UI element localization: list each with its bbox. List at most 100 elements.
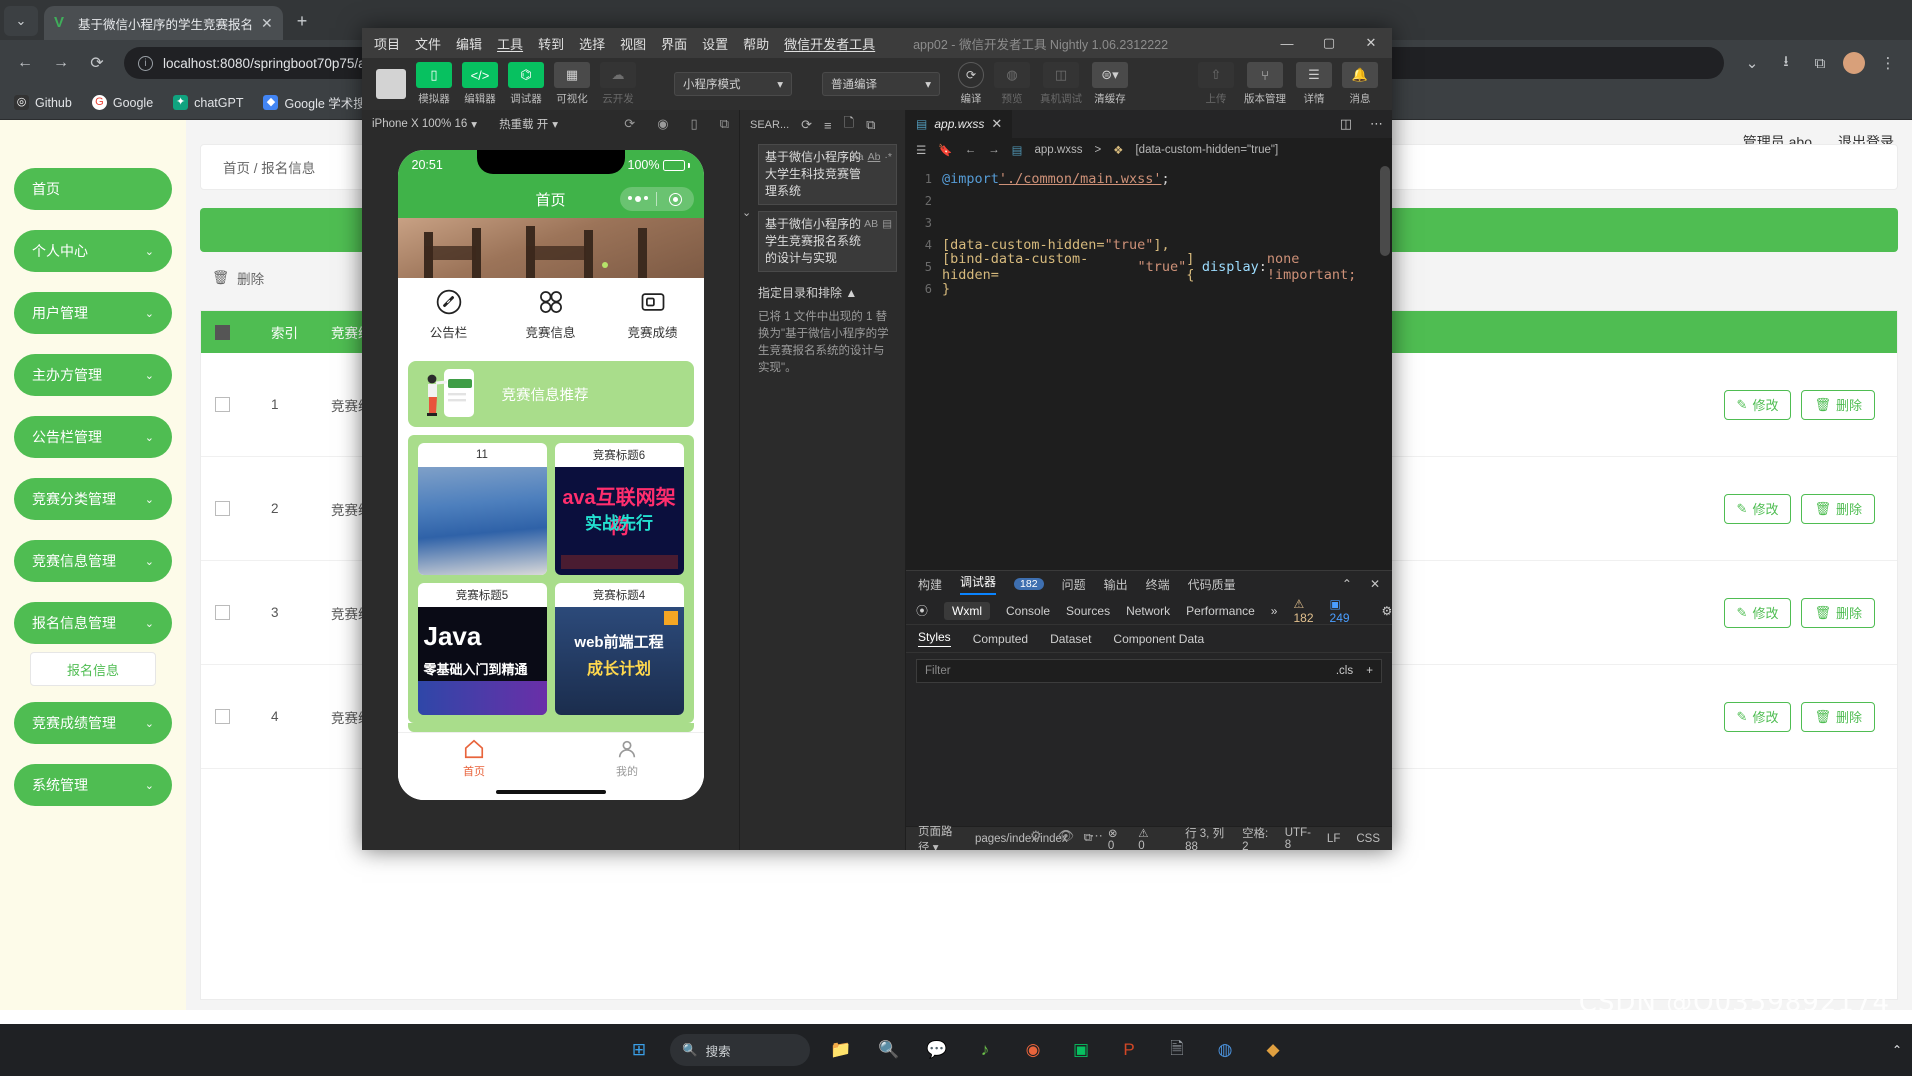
extensions-icon[interactable]: ⧉ [1806,49,1834,77]
delete-button[interactable]: 🗑删除 [1801,598,1875,628]
compile-select[interactable]: 普通编译 ▾ [822,72,940,96]
download-icon[interactable]: ⭳ [1772,49,1800,77]
devtools-tab-build[interactable]: 构建 [918,576,942,593]
edit-button[interactable]: ✎修改 [1724,494,1792,524]
wechat-capsule[interactable] [620,187,694,211]
record-icon[interactable]: ◉ [657,116,668,132]
sidebar-item-registration[interactable]: 报名信息管理 ⌄ [14,602,172,644]
taskbar-item-powerpoint[interactable]: P [1112,1033,1146,1067]
new-file-icon[interactable]: 🗋 [844,114,854,136]
menu-file[interactable]: 文件 [415,34,441,53]
row-checkbox[interactable] [201,709,257,724]
toolbar-remote-debug-button[interactable]: ◫ 真机调试 [1040,62,1082,106]
contest-card[interactable]: 竞赛标题4 web前端工程 成长计划 [555,583,684,715]
edit-button[interactable]: ✎修改 [1724,390,1792,420]
toolbar-message-button[interactable]: 🔔 消息 [1342,62,1378,106]
close-target-icon[interactable] [657,193,694,206]
reload-icon[interactable]: ⟳ [82,48,112,78]
toolbar-editor-button[interactable]: </> 编辑器 [462,62,498,106]
outline-icon[interactable]: ☰ [916,143,926,157]
code-editor[interactable]: 1 @import './common/main.wxss' ; 2 3 4 [… [906,162,1392,570]
toolbar-preview-button[interactable]: ◍ 预览 [994,62,1030,106]
warning-count[interactable]: ⚠ 182 [1293,597,1313,625]
taskbar-search[interactable]: 🔍 搜索 [670,1034,810,1066]
tabbar-item-home[interactable]: 首页 [398,738,551,779]
add-style-button[interactable]: + [1366,665,1373,677]
close-icon[interactable]: ✕ [1350,28,1392,58]
menu-tools[interactable]: 工具 [497,34,523,53]
panel-tab-performance[interactable]: Performance [1186,604,1255,618]
forward-icon[interactable]: → [988,144,1000,156]
inspect-icon[interactable]: ⦿ [916,602,928,619]
replace-input[interactable]: 基于微信小程序的学生竞赛报名系统的设计与实现 AB ▤ [758,211,897,272]
edit-button[interactable]: ✎修改 [1724,702,1792,732]
collapse-icon[interactable]: ⧉ [866,117,875,133]
start-button[interactable]: ⊞ [622,1033,656,1067]
preserve-case-icon[interactable]: AB [864,216,878,233]
sidebar-item-system[interactable]: 系统管理 ⌄ [14,764,172,806]
back-icon[interactable]: ← [965,144,977,156]
regex-icon[interactable]: ·* [884,149,892,166]
refresh-icon[interactable]: ⟳ [624,116,635,132]
chevron-down-icon[interactable]: ⌄ [1738,49,1766,77]
refresh-icon[interactable]: ⟳ [801,117,812,133]
eye-icon[interactable]: 👁 [1058,828,1075,844]
include-exclude-toggle[interactable]: 指定目录和排除 ▲ [740,278,905,301]
menu-project[interactable]: 项目 [374,34,400,53]
device-select[interactable]: iPhone X 100% 16 [372,118,467,130]
sidebar-item-notice[interactable]: 公告栏管理 ⌄ [14,416,172,458]
toolbar-debugger-button[interactable]: ⌬ 调试器 [508,62,544,106]
delete-button[interactable]: 🗑删除 [1801,494,1875,524]
overflow-icon[interactable]: » [1271,604,1278,618]
close-icon[interactable]: ✕ [991,116,1002,132]
more-icon[interactable]: ⋯ [1090,828,1103,844]
row-checkbox[interactable] [201,397,257,412]
sidebar-item-organizer[interactable]: 主办方管理 ⌄ [14,354,172,396]
status-eol[interactable]: LF [1327,833,1340,845]
menu-edit[interactable]: 编辑 [456,34,482,53]
settings-icon[interactable]: ⚙ [1030,828,1042,844]
devtools-tab-quality[interactable]: 代码质量 [1188,576,1236,593]
hot-reload-select[interactable]: 热重载 开 [499,116,548,132]
contest-card[interactable]: 竞赛标题6 ava互联网架构 实战先行 [555,443,684,575]
back-icon[interactable]: ← [10,48,40,78]
styles-tab-styles[interactable]: Styles [918,630,951,647]
row-checkbox[interactable] [201,605,257,620]
panel-tab-sources[interactable]: Sources [1066,604,1110,618]
devtools-tab-output[interactable]: 输出 [1104,576,1128,593]
sidebar-item-category[interactable]: 竞赛分类管理 ⌄ [14,478,172,520]
edit-button[interactable]: ✎修改 [1724,598,1792,628]
styles-filter-input[interactable]: Filter .cls + [916,659,1382,683]
close-icon[interactable]: ✕ [1370,577,1380,591]
toolbar-version-button[interactable]: ⑂ 版本管理 [1244,62,1286,106]
menu-interface[interactable]: 界面 [661,34,687,53]
bookmark-icon[interactable]: 🔖 [938,143,952,157]
collapse-icon[interactable]: ⌃ [1342,577,1352,591]
clear-icon[interactable]: ≡ [824,118,832,133]
site-info-icon[interactable]: i [138,56,153,71]
styles-tab-computed[interactable]: Computed [973,632,1028,646]
status-encoding[interactable]: UTF-8 [1285,827,1311,851]
rotate-icon[interactable]: ▯ [691,116,698,132]
toolbar-upload-button[interactable]: ⇧ 上传 [1198,62,1234,106]
replace-all-icon[interactable]: ▤ [882,216,892,233]
toolbar-detail-button[interactable]: ☰ 详情 [1296,62,1332,106]
menu-help[interactable]: 帮助 [743,34,769,53]
delete-button[interactable]: 🗑删除 [1801,390,1875,420]
mode-select[interactable]: 小程序模式 ▾ [674,72,792,96]
breadcrumb-symbol[interactable]: [data-custom-hidden="true"] [1135,144,1278,156]
sidebar-item-profile[interactable]: 个人中心 ⌄ [14,230,172,272]
editor-scrollbar[interactable] [1380,166,1390,256]
bookmark-item[interactable]: ◎ Github [14,95,72,110]
panel-tab-console[interactable]: Console [1006,604,1050,618]
bookmark-item[interactable]: G Google [92,95,153,110]
minimize-icon[interactable]: — [1266,28,1308,58]
maximize-icon[interactable]: ▢ [1308,28,1350,58]
toolbar-clear-cache-button[interactable]: ⊜▾ 清缓存 [1092,62,1128,106]
devtools-tab-terminal[interactable]: 终端 [1146,576,1170,593]
match-case-icon[interactable]: Aa [851,149,864,166]
styles-tab-dataset[interactable]: Dataset [1050,632,1091,646]
devtools-tab-debugger[interactable]: 调试器 [960,573,996,595]
sidebar-subitem-registration-info[interactable]: 报名信息 [30,652,156,686]
contest-card[interactable]: 竞赛标题5 Java 零基础入门到精通 [418,583,547,715]
